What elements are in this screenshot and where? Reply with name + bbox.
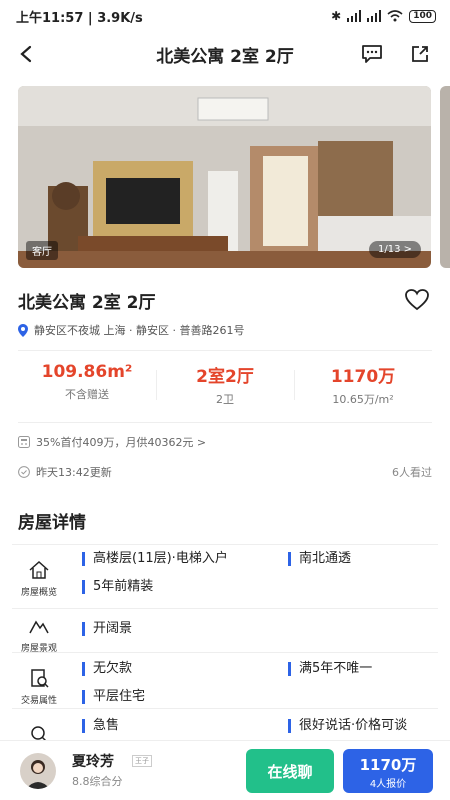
offer-button[interactable]: 1170万 4人报价 — [343, 749, 433, 793]
stat-label: 10.65万/m² — [332, 393, 394, 406]
status-left: 上午11:57 | 3.9K/s — [16, 10, 143, 26]
gallery-photo[interactable]: 客厅 1/13 > — [18, 86, 431, 268]
network-speed: 3.9K/s — [97, 10, 143, 26]
feature-tag: 5年前精装 — [82, 580, 153, 594]
room-tag: 客厅 — [26, 241, 58, 260]
divider — [18, 422, 432, 423]
updated-row: 昨天13:42更新 — [18, 464, 112, 480]
stat-label: 不含赠送 — [65, 388, 109, 401]
detail-row-overview: 房屋概览 高楼层(11层)·电梯入户 南北通透 5年前精装 — [12, 544, 438, 608]
mountain-icon — [29, 620, 49, 634]
bluetooth-icon: ✱ — [331, 9, 342, 23]
nav-bar: 北美公寓 2室 2厅 — [0, 34, 450, 74]
stat-price: 1170万 10.65万/m² — [294, 362, 432, 410]
message-icon[interactable] — [358, 40, 386, 68]
signal-icon — [367, 10, 382, 22]
offer-price: 1170万 — [359, 756, 417, 774]
next-photo-preview[interactable] — [440, 86, 450, 268]
category-label: 房屋概览 — [20, 588, 57, 598]
detail-row-transaction: 交易属性 无欠款 满5年不唯一 平层住宅 — [12, 652, 438, 708]
location-pin-icon — [18, 323, 28, 337]
category-label: 交易属性 — [20, 696, 57, 706]
detail-row-other: 急售 很好说话·价格可谈 — [12, 708, 438, 743]
status-bar: 上午11:57 | 3.9K/s ✱ 100 — [0, 0, 450, 32]
wifi-icon — [387, 10, 403, 22]
divider — [18, 350, 432, 351]
agent-avatar[interactable] — [20, 753, 56, 789]
house-icon — [29, 560, 49, 579]
feature-tag: 急售 — [82, 719, 119, 733]
status-right: ✱ 100 — [331, 9, 436, 23]
feature-tag: 高楼层(11层)·电梯入户 — [82, 552, 228, 566]
section-title: 房屋详情 — [18, 513, 86, 533]
signal-icon — [347, 10, 362, 22]
payment-row[interactable]: 35%首付409万，月供40362元 > — [18, 434, 206, 450]
calculator-icon — [18, 436, 30, 448]
stat-layout: 2室2厅 2卫 — [156, 362, 294, 410]
status-time: 上午11:57 — [16, 10, 84, 26]
view-count: 6人看过 — [392, 466, 432, 479]
address-text: 静安区不夜城 上海 · 静安区 · 普善路261号 — [34, 324, 245, 337]
updated-text: 昨天13:42更新 — [36, 466, 112, 479]
feature-tag: 平层住宅 — [82, 690, 145, 704]
document-icon — [31, 669, 49, 688]
category-landscape: 房屋景观 — [12, 615, 66, 654]
payment-text: 35%首付409万，月供40362元 > — [36, 436, 207, 449]
agent-name[interactable]: 夏玲芳 — [72, 751, 114, 771]
check-circle-icon — [18, 466, 30, 478]
battery-icon: 100 — [409, 9, 436, 23]
bottom-action-bar: 夏玲芳 王子 8.8综合分 在线聊 1170万 4人报价 — [0, 740, 450, 800]
stat-value: 109.86m² — [41, 362, 133, 382]
back-arrow-icon[interactable] — [12, 40, 40, 68]
page-title: 北美公寓 2室 2厅 — [156, 46, 294, 67]
detail-row-landscape: 房屋景观 开阔景 — [12, 608, 438, 654]
photo-counter[interactable]: 1/13 > — [368, 241, 421, 258]
stat-value: 1170万 — [330, 367, 396, 387]
feature-tag: 开阔景 — [82, 622, 132, 636]
stat-area: 109.86m² 不含赠送 — [18, 362, 156, 410]
heart-icon[interactable] — [404, 288, 430, 314]
stat-label: 2卫 — [216, 393, 234, 406]
share-icon[interactable] — [406, 40, 434, 68]
feature-tag: 南北通透 — [288, 552, 351, 566]
feature-tag: 满5年不唯一 — [288, 662, 372, 676]
category-transaction: 交易属性 — [12, 667, 66, 706]
living-room-photo — [18, 86, 431, 268]
agent-badge: 王子 — [132, 755, 152, 767]
stat-value: 2室2厅 — [196, 367, 254, 387]
address-row[interactable]: 静安区不夜城 上海 · 静安区 · 普善路261号 — [18, 322, 244, 338]
listing-title: 北美公寓 2室 2厅 — [18, 293, 156, 313]
feature-tag: 无欠款 — [82, 662, 132, 676]
agent-score: 8.8综合分 — [72, 775, 123, 788]
chat-button[interactable]: 在线聊 — [246, 749, 334, 793]
feature-tag: 很好说话·价格可谈 — [288, 719, 407, 733]
key-stats: 109.86m² 不含赠送 2室2厅 2卫 1170万 10.65万/m² — [18, 362, 432, 410]
offer-count: 4人报价 — [369, 779, 407, 790]
category-overview: 房屋概览 — [12, 559, 66, 598]
